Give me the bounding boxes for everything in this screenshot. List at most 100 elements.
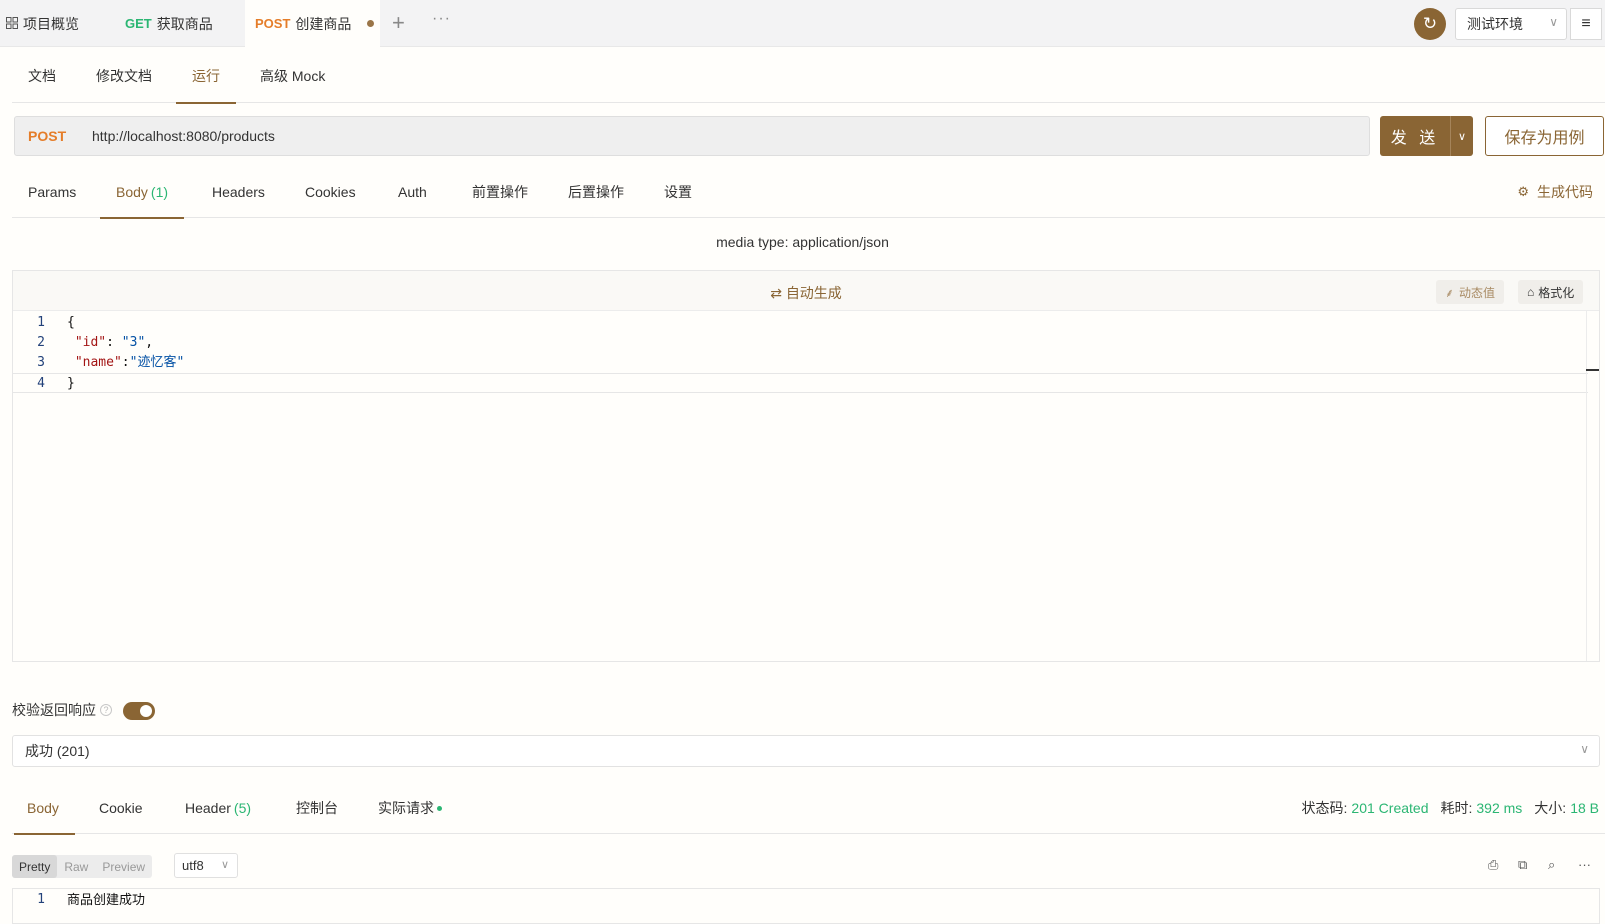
send-label: 发 送 xyxy=(1390,130,1440,147)
tab-console[interactable]: 控制台 xyxy=(296,782,338,834)
json-comma: , xyxy=(145,335,154,350)
status-code-label: 状态码: xyxy=(1301,800,1348,816)
send-button[interactable]: 发 送 ∨ xyxy=(1380,116,1473,156)
copy-icon[interactable]: ⧉ xyxy=(1518,857,1527,873)
tab-get-product[interactable]: GET 获取商品 xyxy=(125,0,213,47)
dynamic-value-button[interactable]: ⸙ 动态值 xyxy=(1436,280,1505,304)
save-as-case-button[interactable]: 保存为用例 xyxy=(1485,116,1604,156)
view-pretty[interactable]: Pretty xyxy=(12,855,58,878)
help-icon[interactable]: ? xyxy=(100,704,112,716)
body-editor[interactable]: ⇄ 自动生成 ⸙ 动态值 ⌂ 格式化 1 { 2 "id": "3", 3 "n… xyxy=(12,270,1600,662)
request-tabs: Params Body (1) Headers Cookies Auth 前置操… xyxy=(12,166,1605,219)
code-text: "name":"迹忆客" xyxy=(67,353,184,373)
request-method[interactable]: POST xyxy=(28,128,92,144)
status-code-value: 201 Created xyxy=(1351,800,1429,816)
json-colon: : xyxy=(106,335,122,350)
sync-icon[interactable]: ↻ xyxy=(1414,8,1446,40)
view-preview[interactable]: Preview xyxy=(95,855,152,878)
tab-label: 获取商品 xyxy=(156,15,213,32)
download-icon[interactable]: ⎙ xyxy=(1488,857,1498,873)
tab-headers[interactable]: Headers xyxy=(212,166,265,218)
line-number: 1 xyxy=(37,315,45,330)
chevron-down-icon: ∨ xyxy=(220,859,229,871)
auto-generate-label: 自动生成 xyxy=(785,285,842,301)
method-badge: POST xyxy=(255,16,291,31)
search-icon[interactable]: ⌕ xyxy=(1548,857,1555,873)
time-label: 耗时: xyxy=(1440,800,1473,816)
tab-post-operations[interactable]: 后置操作 xyxy=(568,166,624,218)
more-tabs-button[interactable]: ··· xyxy=(432,10,451,28)
auto-generate-button[interactable]: ⇄ 自动生成 xyxy=(13,283,1599,303)
media-type-label: media type: application/json xyxy=(716,234,889,250)
tab-body[interactable]: Body (1) xyxy=(99,166,185,219)
tab-label: 项目概览 xyxy=(23,15,79,32)
tab-actual-request[interactable]: 实际请求 xyxy=(378,782,442,834)
response-select[interactable]: 成功 (201) ∨ xyxy=(12,735,1600,767)
code-line: 1 { xyxy=(13,313,1588,333)
encoding-select[interactable]: utf8 ∨ xyxy=(174,853,238,878)
tab-project-overview[interactable]: 项目概览 xyxy=(6,0,114,47)
view-mode-segment: Pretty Raw Preview xyxy=(12,855,153,878)
code-line: 1 商品创建成功 xyxy=(13,890,1599,910)
editor-scrollbar[interactable] xyxy=(1586,311,1599,661)
tab-count: (5) xyxy=(233,800,252,816)
tab-settings[interactable]: 设置 xyxy=(664,166,692,218)
response-select-value: 成功 (201) xyxy=(25,743,90,759)
tab-create-product[interactable]: POST 创建商品 xyxy=(245,0,380,47)
response-tabs: Body Cookie Header (5) 控制台 实际请求 状态码: 201… xyxy=(12,782,1605,835)
tab-docs[interactable]: 文档 xyxy=(28,48,56,103)
code-text: "id": "3", xyxy=(67,333,153,353)
line-number: 3 xyxy=(37,355,45,370)
unsaved-dot xyxy=(367,20,375,27)
more-icon[interactable]: ··· xyxy=(1578,857,1591,872)
tab-cookies[interactable]: Cookies xyxy=(305,166,356,218)
send-dropdown-icon[interactable]: ∨ xyxy=(1451,130,1473,143)
tab-label: Header xyxy=(185,800,231,816)
generate-code-label: 生成代码 xyxy=(1537,184,1593,200)
line-number: 4 xyxy=(37,376,45,391)
tab-advanced-mock[interactable]: 高级 Mock xyxy=(260,48,325,103)
validate-label: 校验返回响应 xyxy=(12,702,96,718)
code-line: 2 "id": "3", xyxy=(13,333,1588,353)
url-bar[interactable]: POST http://localhost:8080/products xyxy=(14,116,1370,156)
tab-params[interactable]: Params xyxy=(28,166,76,218)
dynamic-value-label: 动态值 xyxy=(1459,285,1496,300)
tab-pre-operations[interactable]: 前置操作 xyxy=(472,166,528,218)
tab-run[interactable]: 运行 xyxy=(176,48,236,104)
response-stats: 状态码: 201 Created 耗时: 392 ms 大小: 18 B xyxy=(1302,782,1599,834)
view-raw[interactable]: Raw xyxy=(57,855,95,878)
chevron-down-icon: ∨ xyxy=(1549,15,1558,29)
tab-response-header[interactable]: Header (5) xyxy=(185,782,251,834)
tab-label: Body xyxy=(116,184,148,200)
tab-label: 创建商品 xyxy=(295,15,352,32)
url-input[interactable]: http://localhost:8080/products xyxy=(92,128,275,144)
json-key: "name" xyxy=(74,355,122,370)
size-value: 18 B xyxy=(1570,800,1599,816)
code-text: { xyxy=(67,315,75,330)
line-number: 2 xyxy=(37,335,45,350)
swap-icon: ⇄ xyxy=(770,285,782,301)
tab-auth[interactable]: Auth xyxy=(398,166,427,218)
validate-toggle[interactable] xyxy=(123,702,155,720)
response-text: 商品创建成功 xyxy=(67,892,146,907)
generate-code-button[interactable]: ⚙ 生成代码 xyxy=(1517,166,1593,218)
environment-value: 测试环境 xyxy=(1467,16,1523,32)
format-button[interactable]: ⌂ 格式化 xyxy=(1518,280,1584,304)
code-area[interactable]: 1 { 2 "id": "3", 3 "name":"迹忆客" 4 } xyxy=(13,313,1588,393)
method-badge: GET xyxy=(125,16,152,31)
doc-tabs: 文档 修改文档 运行 高级 Mock xyxy=(12,48,1605,104)
json-string: "迹忆客" xyxy=(129,355,185,370)
code-line: 3 "name":"迹忆客" xyxy=(13,353,1588,373)
size-label: 大小: xyxy=(1534,800,1567,816)
menu-icon[interactable]: ≡ xyxy=(1570,8,1602,40)
code-icon: ⚙ xyxy=(1517,184,1529,199)
response-body-viewer[interactable]: 1 商品创建成功 xyxy=(12,888,1600,924)
format-icon: ⌂ xyxy=(1527,285,1535,299)
tab-response-body[interactable]: Body xyxy=(14,782,75,835)
magic-wand-icon: ⸙ xyxy=(1445,285,1455,300)
tab-edit-docs[interactable]: 修改文档 xyxy=(96,48,152,103)
scrollbar-marker xyxy=(1586,369,1599,371)
tab-response-cookie[interactable]: Cookie xyxy=(99,782,143,834)
add-tab-button[interactable]: + xyxy=(392,11,405,35)
environment-select[interactable]: 测试环境 ∨ xyxy=(1455,8,1567,40)
